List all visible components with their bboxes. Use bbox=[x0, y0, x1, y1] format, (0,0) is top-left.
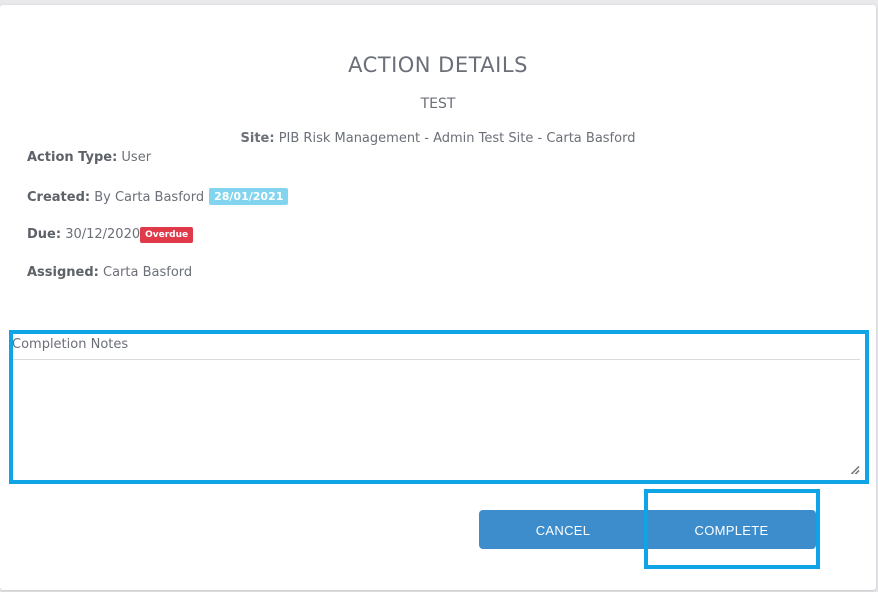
due-label: Due: bbox=[27, 227, 62, 242]
site-value: PIB Risk Management - Admin Test Site - … bbox=[274, 131, 636, 146]
due-field: Due: 30/12/2020 Overdue bbox=[27, 227, 194, 243]
overdue-badge: Overdue bbox=[140, 227, 194, 243]
action-details-modal: ACTION DETAILS TEST Site: PIB Risk Manag… bbox=[0, 5, 876, 590]
completion-notes-group: Completion Notes bbox=[11, 332, 863, 478]
site-label: Site: bbox=[240, 131, 275, 146]
action-type-value: User bbox=[117, 150, 152, 165]
resize-handle-icon[interactable] bbox=[851, 466, 859, 474]
created-label: Created: bbox=[27, 190, 91, 205]
completion-notes-textarea[interactable] bbox=[12, 359, 860, 475]
created-value: By Carta Basford bbox=[90, 190, 205, 205]
completion-notes-label: Completion Notes bbox=[12, 337, 129, 352]
assigned-label: Assigned: bbox=[27, 265, 99, 280]
cancel-button[interactable]: CANCEL bbox=[479, 510, 647, 549]
action-type-label: Action Type: bbox=[27, 150, 118, 165]
action-name: TEST bbox=[420, 96, 456, 112]
assigned-value: Carta Basford bbox=[98, 265, 193, 280]
created-date-badge: 28/01/2021 bbox=[209, 188, 289, 205]
assigned-field: Assigned: Carta Basford bbox=[27, 265, 192, 280]
created-field: Created: By Carta Basford 28/01/2021 bbox=[27, 188, 289, 205]
modal-title: ACTION DETAILS bbox=[348, 53, 528, 77]
site-info: Site: PIB Risk Management - Admin Test S… bbox=[0, 131, 876, 146]
complete-button[interactable]: COMPLETE bbox=[647, 510, 816, 549]
due-value: 30/12/2020 bbox=[61, 227, 141, 242]
action-type-field: Action Type: User bbox=[27, 150, 151, 165]
